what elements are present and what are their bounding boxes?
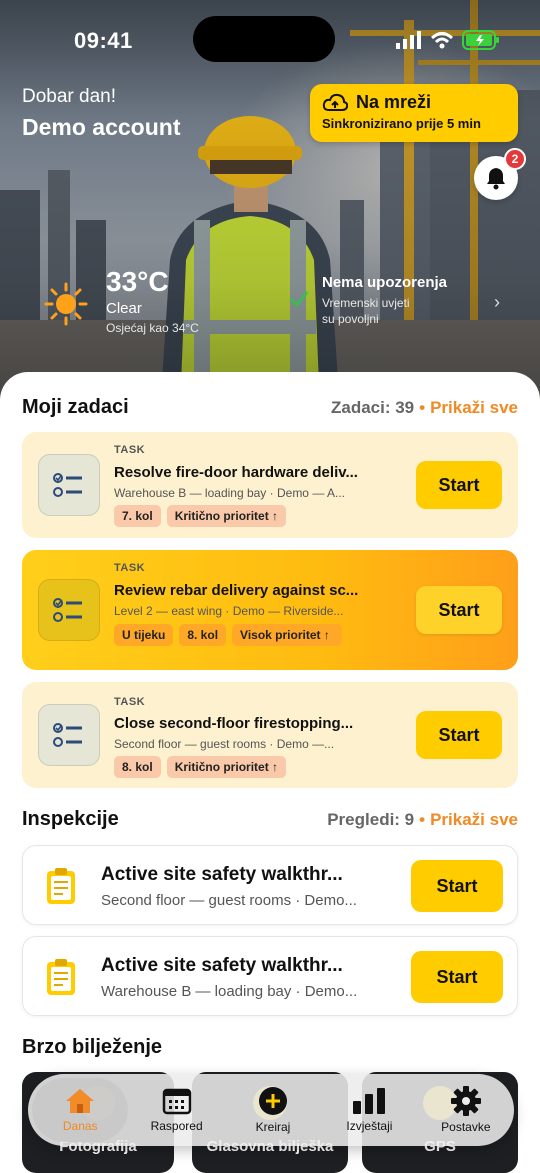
tag-count: 7. kol xyxy=(114,505,161,527)
task-list-icon xyxy=(38,579,100,641)
nav-label: Postavke xyxy=(441,1120,491,1134)
task-kind: TASK xyxy=(114,444,146,456)
task-list-icon xyxy=(38,704,100,766)
inspections-header: Inspekcije Pregledi: 9 • Prikaži sve xyxy=(22,808,518,830)
tag-count: 8. kol xyxy=(114,756,161,778)
sync-status-pill[interactable]: Na mreži Sinkronizirano prije 5 min xyxy=(310,84,518,142)
sync-title: Na mreži xyxy=(356,92,432,112)
nav-item-schedule[interactable]: Raspored xyxy=(128,1078,224,1142)
chevron-right-icon[interactable]: › xyxy=(494,292,500,313)
clipboard-icon xyxy=(47,868,75,904)
weather-condition: Clear xyxy=(106,300,142,317)
task-kind: TASK xyxy=(114,562,146,574)
task-subtitle: Warehouse B — loading bay · Demo — A... xyxy=(114,486,345,500)
bell-icon xyxy=(487,168,505,190)
clipboard-icon xyxy=(47,959,75,995)
tag-priority: Kritično prioritet ↑ xyxy=(166,756,287,778)
nav-label: Kreiraj xyxy=(255,1120,291,1134)
nav-label: Danas xyxy=(62,1119,98,1133)
task-list-icon xyxy=(38,454,100,516)
nav-label: Izvještaji xyxy=(346,1119,393,1133)
alert-subtitle: Vremenski uvjeti su povoljni xyxy=(322,296,410,326)
temperature: 33°C xyxy=(106,266,169,297)
inspections-title: Inspekcije xyxy=(22,808,119,830)
status-icons xyxy=(396,30,500,50)
inspection-card[interactable]: Active site safety walkthr... Second flo… xyxy=(22,845,518,925)
task-title: Resolve fire-door hardware deliv... xyxy=(114,464,358,481)
start-button[interactable]: Start xyxy=(416,461,502,509)
dynamic-island xyxy=(193,16,335,62)
start-button[interactable]: Start xyxy=(416,586,502,634)
weather-widget: 33°C Clear Osjećaj kao 34°C xyxy=(44,266,199,335)
task-card[interactable]: TASK Resolve fire-door hardware deliv...… xyxy=(22,432,518,538)
cloud-sync-icon xyxy=(322,93,348,111)
weather-alert[interactable]: Nema upozorenja Vremenski uvjeti su povol… xyxy=(288,274,447,327)
account-name: Demo account xyxy=(22,114,181,140)
start-button[interactable]: Start xyxy=(411,860,503,912)
tag-count: 8. kol xyxy=(179,624,227,646)
tasks-count: Zadaci: 39 xyxy=(330,397,415,417)
battery-icon xyxy=(462,30,499,50)
plus-circle-icon xyxy=(259,1087,288,1115)
greeting: Dobar dan! xyxy=(22,86,117,107)
task-card-active[interactable]: TASK Review rebar delivery against sc...… xyxy=(22,550,518,670)
home-icon xyxy=(66,1089,95,1113)
inspection-subtitle: Second floor — guest rooms · Demo... xyxy=(101,892,357,909)
check-icon xyxy=(289,291,309,308)
wifi-icon xyxy=(430,32,454,49)
nav-item-create[interactable]: Kreiraj xyxy=(225,1078,321,1142)
bottom-nav: Danas Raspored Kreiraj Izvještaji Postav… xyxy=(28,1074,514,1146)
inspection-subtitle: Warehouse B — loading bay · Demo... xyxy=(101,983,358,1000)
task-subtitle: Level 2 — east wing · Demo — Riverside..… xyxy=(114,604,344,618)
nav-item-today[interactable]: Danas xyxy=(32,1078,129,1142)
gear-icon xyxy=(450,1086,481,1116)
task-title: Close second-floor firestopping... xyxy=(114,715,354,732)
tasks-title: Moji zadaci xyxy=(22,396,129,418)
inspections-count: Pregledi: 9 xyxy=(327,809,415,829)
bar-chart-icon xyxy=(353,1088,386,1114)
calendar-icon xyxy=(162,1088,191,1115)
task-card[interactable]: TASK Close second-floor firestopping... … xyxy=(22,682,518,788)
quick-capture-title: Brzo bilježenje xyxy=(22,1036,163,1058)
sync-subtitle: Sinkronizirano prije 5 min xyxy=(322,116,481,131)
sun-icon xyxy=(44,282,88,326)
tag-priority: Kritično prioritet ↑ xyxy=(166,505,287,527)
notifications-button[interactable]: 2 xyxy=(474,148,526,200)
alert-title: Nema upozorenja xyxy=(322,274,448,291)
start-button[interactable]: Start xyxy=(411,951,503,1003)
nav-item-reports[interactable]: Izvještaji xyxy=(321,1078,417,1142)
tag-status: U tijeku xyxy=(114,624,174,646)
task-kind: TASK xyxy=(114,696,146,708)
inspection-title: Active site safety walkthr... xyxy=(101,864,343,885)
start-button[interactable]: Start xyxy=(416,711,502,759)
task-title: Review rebar delivery against sc... xyxy=(114,582,359,599)
signal-icon xyxy=(396,31,421,49)
inspection-title: Active site safety walkthr... xyxy=(101,955,343,976)
feels-like: Osjećaj kao 34°C xyxy=(106,321,199,335)
tasks-header: Moji zadaci Zadaci: 39 • Prikaži sve xyxy=(22,396,518,418)
nav-label: Raspored xyxy=(150,1119,203,1133)
tasks-show-all-link[interactable]: Prikaži sve xyxy=(430,398,518,417)
task-subtitle: Second floor — guest rooms · Demo —... xyxy=(114,737,335,751)
nav-item-settings[interactable]: Postavke xyxy=(418,1078,514,1142)
inspections-show-all-link[interactable]: Prikaži sve xyxy=(430,810,518,829)
inspection-card[interactable]: Active site safety walkthr... Warehouse … xyxy=(22,936,518,1016)
notification-badge: 2 xyxy=(504,148,526,170)
tag-priority: Visok prioritet ↑ xyxy=(232,624,343,646)
status-time: 09:41 xyxy=(74,28,133,53)
